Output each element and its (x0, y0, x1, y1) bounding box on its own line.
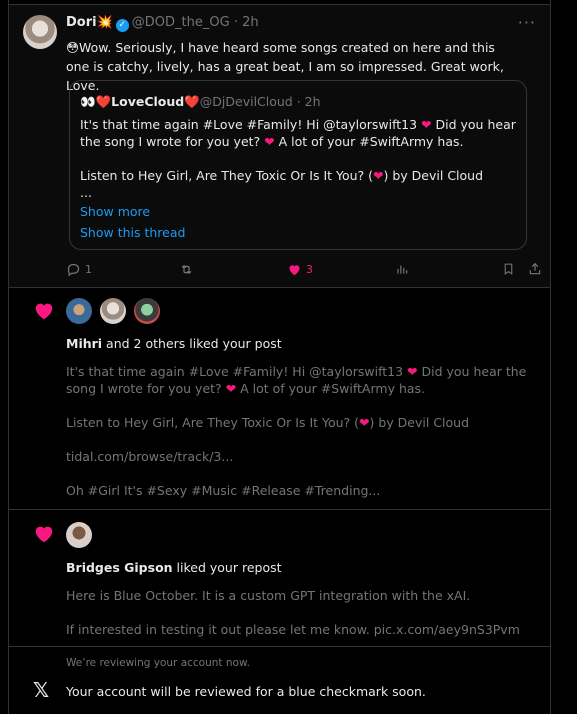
separator-dot: · (292, 94, 305, 109)
show-more-link[interactable]: Show more (80, 204, 150, 219)
verified-icon: ✓ (115, 19, 129, 32)
text-span: Listen to Hey Girl, Are They Toxic Or Is… (66, 415, 360, 430)
avatar[interactable] (23, 15, 57, 49)
system-notification[interactable]: We’re reviewing your account now. 𝕏 Your… (9, 647, 550, 714)
quoted-post-header: 👀❤️LoveCloud❤️@DjDevilCloud · 2h (80, 94, 321, 110)
post-time[interactable]: 2h (242, 15, 259, 30)
quoted-author-name[interactable]: ❤️LoveCloud❤️ (96, 94, 200, 109)
post-header: Dori💥 ✓ @DOD_the_OG · 2h (66, 15, 259, 32)
like-count: 3 (306, 263, 313, 276)
notification-action: and 2 others liked your post (102, 336, 282, 351)
notifications-column: Dori💥 ✓ @DOD_the_OG · 2h ··· 😳Wow. Serious… (8, 0, 551, 714)
text-span: It's that time again #Love #Family! Hi @… (80, 117, 422, 132)
notification-title: Bridges Gipson liked your repost (66, 560, 282, 575)
separator-dot: · (229, 15, 243, 30)
share-button[interactable] (528, 262, 542, 276)
analytics-icon (397, 265, 408, 274)
show-thread-link[interactable]: Show this thread (80, 225, 185, 240)
heart-icon: ❤ (421, 117, 432, 132)
quoted-author-handle[interactable]: @DjDevilCloud (200, 94, 293, 109)
avatar[interactable] (100, 298, 126, 324)
actor-name[interactable]: Bridges Gipson (66, 560, 173, 575)
heart-icon: ❤ (225, 381, 237, 396)
share-icon (529, 262, 541, 275)
views-button[interactable] (395, 262, 409, 276)
more-options-icon[interactable]: ··· (518, 13, 536, 32)
text-span: ) by Devil Cloud (369, 415, 470, 430)
repost-icon (181, 264, 192, 275)
quoted-post-text: It's that time again #Love #Family! Hi @… (80, 116, 520, 201)
heart-icon: ❤ (373, 168, 384, 183)
heart-icon: ❤ (407, 364, 418, 379)
reply-button[interactable]: 1 (66, 262, 92, 277)
text-span: A lot of your #SwiftArmy has. (274, 134, 464, 149)
text-span: A lot of your #SwiftArmy has. (236, 381, 426, 396)
ellipsis: ... (80, 185, 92, 200)
bookmark-button[interactable] (502, 262, 515, 276)
x-logo-icon: 𝕏 (33, 678, 50, 702)
quoted-post[interactable]: 👀❤️LoveCloud❤️@DjDevilCloud · 2h It's th… (69, 80, 527, 250)
heart-filled-icon (289, 265, 300, 276)
hashtags-text: Oh #Girl It's #Sexy #Music #Release #Tre… (66, 483, 381, 498)
reposted-post-preview[interactable]: Here is Blue October. It is a custom GPT… (66, 587, 536, 638)
quoted-author-prefix: 👀 (80, 94, 96, 109)
link-text: tidal.com/browse/track/3... (66, 449, 234, 464)
like-button[interactable]: 3 (287, 262, 313, 277)
repost-button[interactable] (179, 262, 198, 277)
text-span: Listen to Hey Girl, Are They Toxic Or Is… (80, 168, 374, 183)
text-span: If interested in testing it out please l… (66, 622, 520, 637)
bookmark-icon (504, 263, 513, 275)
notification-action: liked your repost (172, 560, 282, 575)
system-notice-small: We’re reviewing your account now. (66, 657, 250, 669)
text-span: ) by Devil Cloud (383, 168, 484, 183)
text-span: It's that time again #Love #Family! Hi @… (66, 364, 408, 379)
heart-icon (35, 526, 53, 543)
avatar[interactable] (66, 522, 92, 548)
like-notification[interactable]: Mihri and 2 others liked your post It's … (9, 288, 550, 510)
reply-icon (67, 263, 80, 277)
repost-like-notification[interactable]: Bridges Gipson liked your repost Here is… (9, 510, 550, 647)
post-actions: 1 3 (66, 262, 541, 282)
text-span: Here is Blue October. It is a custom GPT… (66, 588, 471, 603)
heart-icon (35, 303, 53, 320)
post-card[interactable]: Dori💥 ✓ @DOD_the_OG · 2h ··· 😳Wow. Serious… (9, 5, 550, 288)
author-name[interactable]: Dori (66, 15, 97, 30)
notification-title: Mihri and 2 others liked your post (66, 336, 282, 351)
reply-count: 1 (85, 263, 92, 276)
heart-icon: ❤ (359, 415, 370, 430)
heart-icon: ❤ (264, 134, 275, 149)
system-notice-main: Your account will be reviewed for a blue… (66, 684, 426, 699)
avatar[interactable] (134, 298, 160, 324)
avatar[interactable] (66, 298, 92, 324)
actor-name[interactable]: Mihri (66, 336, 102, 351)
liked-post-preview[interactable]: It's that time again #Love #Family! Hi @… (66, 363, 536, 499)
author-handle[interactable]: @DOD_the_OG (132, 15, 230, 30)
author-emoji: 💥 (96, 15, 113, 30)
quoted-post-time[interactable]: 2h (305, 94, 321, 109)
